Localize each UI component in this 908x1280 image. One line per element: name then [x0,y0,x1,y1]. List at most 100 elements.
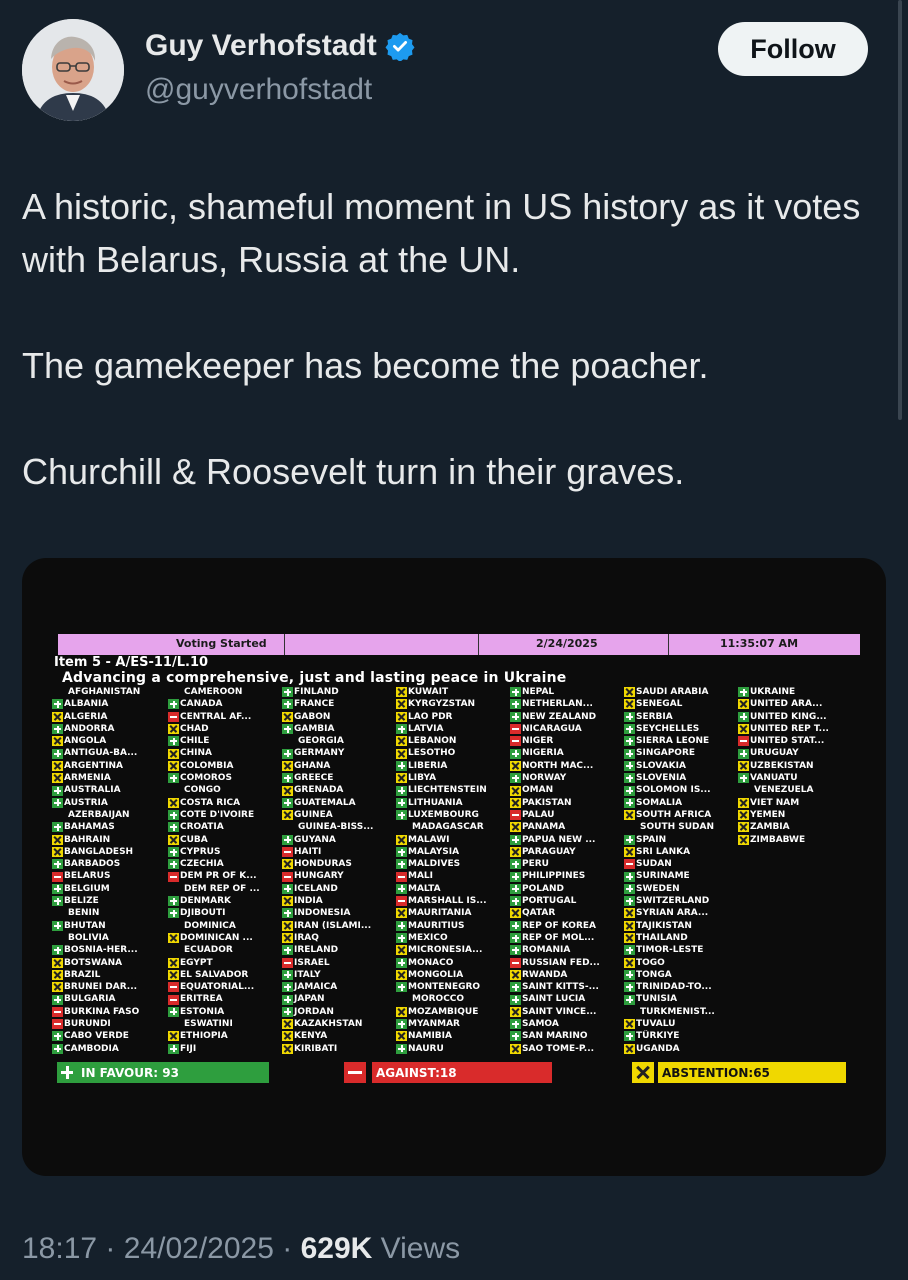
country-name: NIGERIA [522,748,564,759]
vote-no-icon [168,982,179,993]
country-name: CHILE [180,736,210,747]
country-vote-row: SINGAPORE [624,747,742,759]
vote-no-icon [624,859,635,870]
vote-yes-icon [52,945,63,956]
vote-yes-icon [52,883,63,894]
vote-status: Voting Started [176,637,267,650]
country-name: FRANCE [294,699,335,710]
vote-yes-icon [396,1019,407,1030]
vote-abstain-icon [396,699,407,710]
country-vote-row: BAHRAIN [52,834,170,846]
plus-icon [57,1062,77,1083]
author-avatar[interactable] [22,19,124,121]
country-vote-row: YEMEN [738,809,856,821]
country-name: LESOTHO [408,748,456,759]
country-name: PHILIPPINES [522,871,586,882]
country-name: TÜRKIYE [636,1031,680,1042]
vote-abstain-icon [282,1019,293,1030]
country-vote-row: DJIBOUTI [168,907,286,919]
tweet-time[interactable]: 18:17 [22,1232,97,1265]
country-name: CANADA [180,699,223,710]
follow-button[interactable]: Follow [718,22,868,76]
country-vote-row: IRAQ [282,932,400,944]
vote-no-icon [168,994,179,1005]
country-vote-row: PHILIPPINES [510,870,628,882]
author-handle[interactable]: @guyverhofstadt [145,73,372,107]
country-vote-row: PAPUA NEW ... [510,834,628,846]
country-vote-row: ESTONIA [168,1006,286,1018]
vote-yes-icon [510,711,521,722]
country-name: LATVIA [408,723,444,734]
resolution-title: Advancing a comprehensive, just and last… [62,670,567,686]
country-vote-row: GABON [282,711,400,723]
country-name: URUGUAY [750,748,799,759]
vote-yes-icon [282,883,293,894]
country-name: BAHRAIN [64,834,111,845]
country-vote-row: SWITZERLAND [624,895,742,907]
country-name: RWANDA [522,969,568,980]
vote-abstain-icon [738,822,749,833]
country-vote-row: INDONESIA [282,907,400,919]
country-name: SIERRA LEONE [636,736,710,747]
country-vote-row: HONDURAS [282,858,400,870]
country-vote-row: SENEGAL [624,698,742,710]
vote-no-icon [282,957,293,968]
country-name: TUVALU [636,1019,676,1030]
country-name: ARMENIA [64,773,111,784]
country-vote-row: VANUATU [738,772,856,784]
no-vote-marker [396,995,407,1005]
vote-abstain-icon [396,736,407,747]
vote-yes-icon [168,699,179,710]
country-name: YEMEN [750,809,786,820]
vote-abstain-icon [624,810,635,821]
vote-yes-icon [168,1006,179,1017]
country-name: MYANMAR [408,1019,460,1030]
vote-yes-icon [624,883,635,894]
country-name: KAZAKHSTAN [294,1019,363,1030]
country-vote-row: SURINAME [624,870,742,882]
author-name[interactable]: Guy Verhofstadt [145,29,415,63]
vote-yes-icon [168,1043,179,1054]
country-name: UNITED ARA... [750,699,823,710]
vote-yes-icon [282,687,293,698]
country-name: EL SALVADOR [180,969,249,980]
country-name: ITALY [294,969,321,980]
country-name: DOMINICAN ... [180,932,253,943]
country-name: IRAN (ISLAMI... [294,920,372,931]
minus-icon [344,1062,366,1083]
country-vote-row: AUSTRALIA [52,784,170,796]
country-vote-row: LEBANON [396,735,514,747]
country-vote-row: TIMOR-LESTE [624,944,742,956]
country-vote-row: CHINA [168,747,286,759]
country-vote-row: UNITED KING... [738,711,856,723]
vote-yes-icon [624,711,635,722]
tweet-date[interactable]: 24/02/2025 [124,1232,274,1265]
tweet-media-image[interactable]: Voting Started 2/24/2025 11:35:07 AM Ite… [22,558,886,1176]
country-vote-row: MAURITANIA [396,907,514,919]
country-vote-row: POLAND [510,883,628,895]
country-vote-row: FINLAND [282,686,400,698]
vote-abstain-icon [52,834,63,845]
country-vote-row: ITALY [282,969,400,981]
country-name: PALAU [522,809,555,820]
country-name: COLOMBIA [180,760,234,771]
country-vote-row: MICRONESIA... [396,944,514,956]
vote-yes-icon [510,994,521,1005]
country-name: TRINIDAD-TO... [636,982,712,993]
country-name: ETHIOPIA [180,1031,228,1042]
total-in-favour: IN FAVOUR: 93 [57,1062,269,1083]
country-vote-row: SOLOMON IS... [624,784,742,796]
country-name: TONGA [636,969,672,980]
country-name: DOMINICA [184,920,236,931]
country-name: TOGO [636,957,665,968]
country-name: ERITREA [180,994,223,1005]
country-vote-row: SAUDI ARABIA [624,686,742,698]
country-name: VIET NAM [750,797,800,808]
vote-column: FINLAND FRANCE GABON GAMBIA GEORGIA GERMANY GH… [282,686,400,1055]
country-name: NORTH MAC... [522,760,594,771]
verified-badge-icon [385,32,415,61]
country-vote-row: EGYPT [168,957,286,969]
country-name: NORWAY [522,773,567,784]
country-vote-row: BARBADOS [52,858,170,870]
scrollbar[interactable] [898,0,902,420]
